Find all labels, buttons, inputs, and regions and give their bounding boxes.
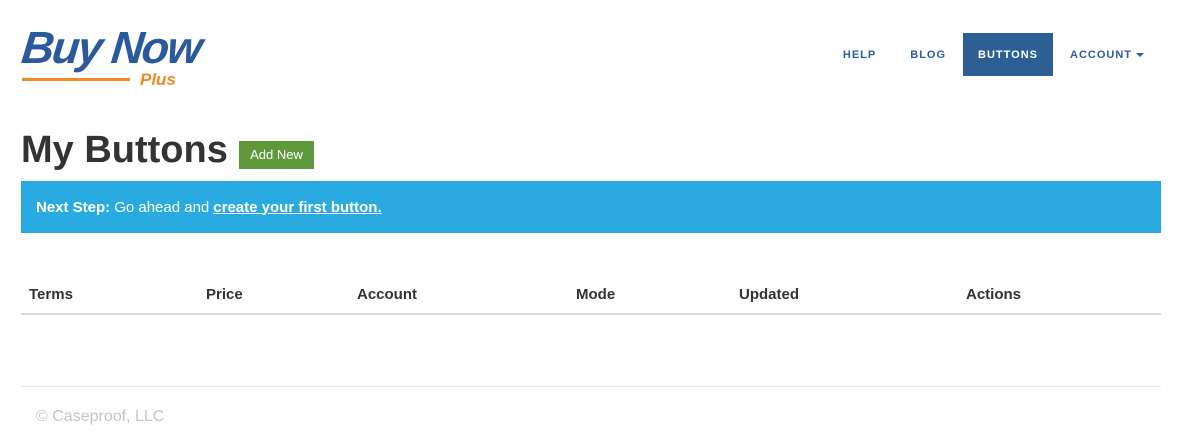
logo-text: Buy Now	[19, 22, 204, 73]
footer-divider	[21, 386, 1161, 387]
brand-logo[interactable]: Buy Now Plus	[19, 22, 204, 94]
nav-account[interactable]: ACCOUNT	[1053, 33, 1161, 76]
nav-blog[interactable]: BLOG	[893, 33, 963, 76]
logo-suffix: Plus	[140, 70, 176, 89]
nav-help-label: HELP	[842, 48, 877, 61]
add-new-button[interactable]: Add New	[239, 141, 314, 169]
nav-help[interactable]: HELP	[826, 33, 893, 76]
page-title: My Buttons	[21, 129, 228, 171]
caret-down-icon	[1136, 52, 1144, 57]
create-first-button-link[interactable]: create your first button.	[213, 199, 381, 216]
nav-account-label: ACCOUNT	[1070, 48, 1132, 61]
top-nav: HELP BLOG BUTTONS ACCOUNT	[826, 33, 1161, 76]
alert-text: Go ahead and	[114, 198, 210, 216]
logo-underline	[22, 78, 130, 81]
column-header-mode: Mode	[576, 286, 616, 303]
column-header-account: Account	[357, 286, 417, 303]
column-header-actions: Actions	[966, 286, 1022, 303]
buttons-table: Terms Price Account Mode Updated Actions	[21, 274, 1161, 315]
column-header-price: Price	[206, 286, 243, 303]
nav-blog-label: BLOG	[910, 48, 947, 61]
nav-buttons[interactable]: BUTTONS	[963, 33, 1053, 76]
next-step-alert: Next Step: Go ahead and create your firs…	[21, 181, 1161, 233]
column-header-updated: Updated	[739, 286, 799, 303]
nav-buttons-label: BUTTONS	[978, 48, 1038, 61]
footer-copyright: © Caseproof, LLC	[36, 408, 165, 425]
alert-prefix: Next Step:	[36, 198, 111, 216]
column-header-terms: Terms	[29, 286, 73, 303]
